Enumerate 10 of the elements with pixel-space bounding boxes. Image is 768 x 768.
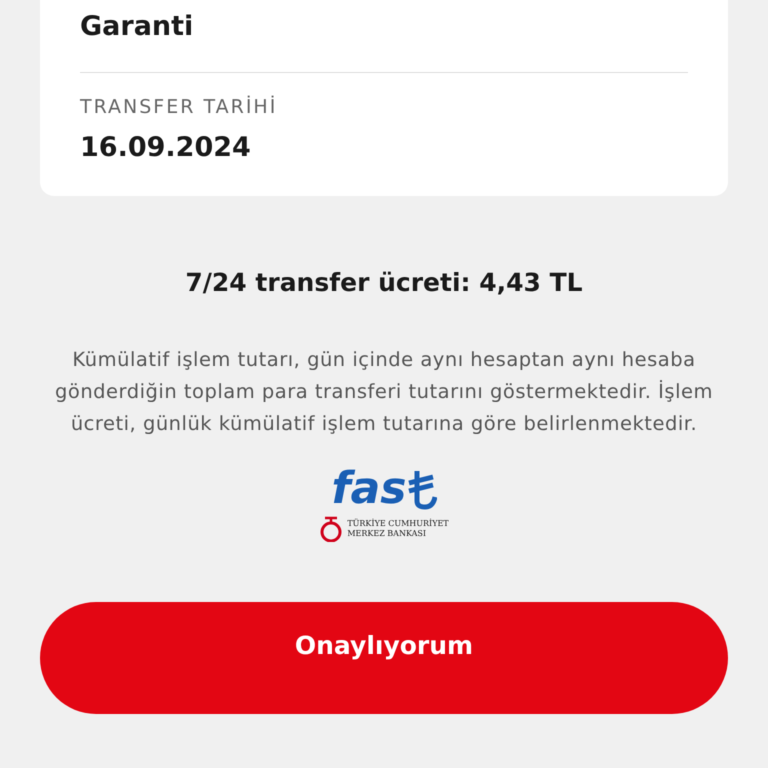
logo-caption: TÜRKİYE CUMHURİYET <box>347 518 449 528</box>
logo-caption: MERKEZ BANKASI <box>347 528 426 538</box>
bank-name: Garanti <box>80 10 194 44</box>
info-paragraph: Kümülatif işlem tutarı, gün içinde aynı hesaptan aynı hesaba gönderdiğin toplam para transferi tutarını göstermektedir. İşlem ücreti, günlük kümülatif işlem tutarına göre belirlenmektedir. <box>54 346 714 436</box>
logo-wordmark: fas <box>331 466 406 512</box>
fee-text: 7/24 transfer ücreti: 4,43 TL <box>185 267 583 299</box>
emblem-icon <box>319 516 344 542</box>
confirm-button[interactable]: Onaylıyorum <box>40 602 728 714</box>
field-value: 16.09.2024 <box>80 130 251 164</box>
field-label: TRANSFER TARİHİ <box>80 94 278 120</box>
